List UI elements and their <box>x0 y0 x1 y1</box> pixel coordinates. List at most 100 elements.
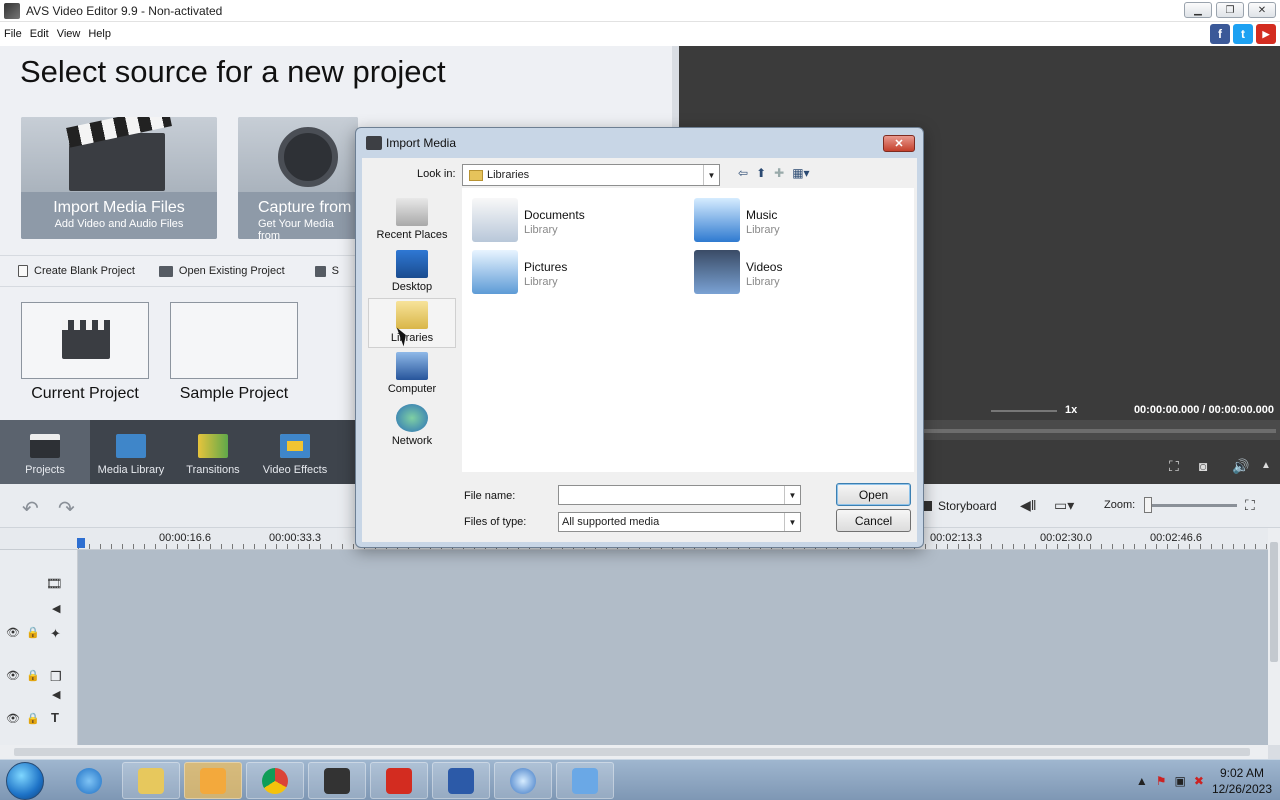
timeline-horizontal-scrollbar[interactable] <box>0 745 1268 759</box>
time-readout: 00:00:00.000 / 00:00:00.000 <box>1133 404 1274 416</box>
files-of-type-select[interactable]: All supported media ▼ <box>558 512 801 532</box>
blank-project-icon <box>18 265 28 277</box>
clock[interactable]: 9:02 AM 12/26/2023 <box>1212 765 1272 797</box>
close-button[interactable]: ✕ <box>1248 2 1276 18</box>
restore-button[interactable]: ❐ <box>1216 2 1244 18</box>
speed-slider[interactable] <box>991 410 1057 412</box>
mute-icon[interactable]: ◀ <box>52 688 60 701</box>
fit-timeline-icon[interactable]: ⛶ <box>1245 497 1255 514</box>
aspect-ratio-icon[interactable]: ▭▾ <box>1054 497 1074 514</box>
playback-speed: 1x <box>1065 404 1078 416</box>
place-libraries[interactable]: Libraries <box>368 298 456 348</box>
volume-icon[interactable]: 🔊 <box>1232 458 1249 475</box>
view-menu-icon[interactable]: ▦▾ <box>792 166 809 180</box>
open-button[interactable]: Open <box>836 483 911 506</box>
dialog-close-button[interactable]: ✕ <box>883 135 915 152</box>
import-media-files-card[interactable]: Import Media Files Add Video and Audio F… <box>21 117 217 239</box>
volume-muted-icon[interactable]: ✖ <box>1194 774 1204 788</box>
redo-icon[interactable]: ↷ <box>58 496 75 521</box>
flag-icon[interactable]: ⚑ <box>1156 774 1167 788</box>
taskbar-explorer[interactable] <box>122 762 180 799</box>
undo-icon[interactable]: ↶ <box>22 496 39 521</box>
visibility-eye-icon[interactable]: 👁 <box>6 712 20 725</box>
taskbar-chrome[interactable] <box>246 762 304 799</box>
place-desktop[interactable]: Desktop <box>368 248 456 298</box>
zoom-slider-handle[interactable] <box>1144 497 1152 513</box>
place-network[interactable]: Network <box>368 402 456 452</box>
twitter-icon[interactable]: t <box>1233 24 1253 44</box>
effects-track-icon: ✦ <box>50 626 61 641</box>
create-blank-project-link[interactable]: Create Blank Project <box>18 265 135 277</box>
place-computer[interactable]: Computer <box>368 350 456 400</box>
up-folder-icon[interactable]: ⬆ <box>756 166 766 180</box>
lock-icon[interactable]: 🔒 <box>26 626 40 639</box>
look-in-combo[interactable]: Libraries ▼ <box>462 164 720 186</box>
menu-file[interactable]: File <box>0 28 26 40</box>
taskbar-avs-editor[interactable] <box>308 762 366 799</box>
menu-edit[interactable]: Edit <box>26 28 53 40</box>
storyboard-toggle[interactable]: Storyboard <box>924 499 997 513</box>
visibility-eye-icon[interactable]: 👁 <box>6 626 20 639</box>
lock-icon[interactable]: 🔒 <box>26 712 40 725</box>
documents-library-icon <box>472 198 518 242</box>
chevron-down-icon[interactable]: ▼ <box>784 513 800 531</box>
audio-mixer-icon[interactable]: ◀‖ <box>1020 497 1037 514</box>
visibility-eye-icon[interactable]: 👁 <box>6 669 20 682</box>
fullscreen-icon[interactable]: ⛶ <box>1169 458 1179 475</box>
clapperboard-icon <box>62 320 110 359</box>
snapshot-icon[interactable]: ◙ <box>1199 458 1207 474</box>
file-item-videos[interactable]: Videos Library <box>688 246 888 296</box>
chevron-down-icon[interactable]: ▼ <box>784 486 800 504</box>
chevron-down-icon[interactable]: ▼ <box>703 165 719 185</box>
network-globe-icon <box>396 404 428 432</box>
sample-project-label: Sample Project <box>179 385 289 402</box>
folder-icon <box>158 265 173 277</box>
taskbar-youtube[interactable] <box>370 762 428 799</box>
new-folder-icon[interactable]: ✚ <box>774 166 784 180</box>
playhead[interactable] <box>77 538 85 548</box>
import-subtitle: Add Video and Audio Files <box>54 218 184 230</box>
file-item-documents[interactable]: Documents Library <box>466 194 666 244</box>
title-bar: AVS Video Editor 9.9 - Non-activated ▁ ❐… <box>0 0 1280 22</box>
file-name-input[interactable]: ▼ <box>558 485 801 505</box>
network-tray-icon[interactable]: ▣ <box>1175 774 1186 788</box>
scrollbar-thumb[interactable] <box>14 748 1250 756</box>
expand-up-icon[interactable]: ▲ <box>1261 460 1271 471</box>
tab-video-effects[interactable]: Video Effects <box>254 420 336 484</box>
music-library-icon <box>694 198 740 242</box>
taskbar-app-eyes[interactable] <box>556 762 614 799</box>
taskbar-app-star[interactable] <box>494 762 552 799</box>
tab-projects[interactable]: Projects <box>0 420 90 484</box>
show-hidden-icons[interactable]: ▲ <box>1136 774 1148 788</box>
current-project-label: Current Project <box>31 385 139 402</box>
current-project-card[interactable]: Current Project <box>21 302 149 403</box>
sample-project-card[interactable]: Sample Project <box>170 302 298 403</box>
tab-video-effects-label: Video Effects <box>262 464 328 476</box>
mute-icon[interactable]: ◀ <box>52 602 60 615</box>
facebook-icon[interactable]: f <box>1210 24 1230 44</box>
tab-media-library[interactable]: Media Library <box>90 420 172 484</box>
zoom-slider[interactable] <box>1145 504 1237 507</box>
scrollbar-thumb[interactable] <box>1270 542 1278 662</box>
start-button[interactable] <box>6 762 44 800</box>
third-project-link[interactable]: S <box>314 265 340 277</box>
file-item-pictures[interactable]: Pictures Library <box>466 246 666 296</box>
third-project-label: S <box>331 265 340 277</box>
back-arrow-icon[interactable]: ⇦ <box>738 166 748 180</box>
tab-transitions[interactable]: Transitions <box>172 420 254 484</box>
timeline-vertical-scrollbar[interactable] <box>1268 528 1280 745</box>
menu-help[interactable]: Help <box>84 28 115 40</box>
taskbar-network[interactable] <box>432 762 490 799</box>
cancel-button[interactable]: Cancel <box>836 509 911 532</box>
place-recent-places[interactable]: Recent Places <box>368 196 456 246</box>
open-existing-project-link[interactable]: Open Existing Project <box>158 265 285 277</box>
file-item-music[interactable]: Music Library <box>688 194 888 244</box>
capture-card[interactable]: Capture from Get Your Media from <box>238 117 358 239</box>
taskbar-media-player[interactable] <box>184 762 242 799</box>
youtube-icon[interactable]: ▶ <box>1256 24 1276 44</box>
timeline-tracks[interactable] <box>78 550 1268 745</box>
lock-icon[interactable]: 🔒 <box>26 669 40 682</box>
menu-view[interactable]: View <box>53 28 85 40</box>
taskbar-ie[interactable] <box>60 762 118 799</box>
minimize-button[interactable]: ▁ <box>1184 2 1212 18</box>
